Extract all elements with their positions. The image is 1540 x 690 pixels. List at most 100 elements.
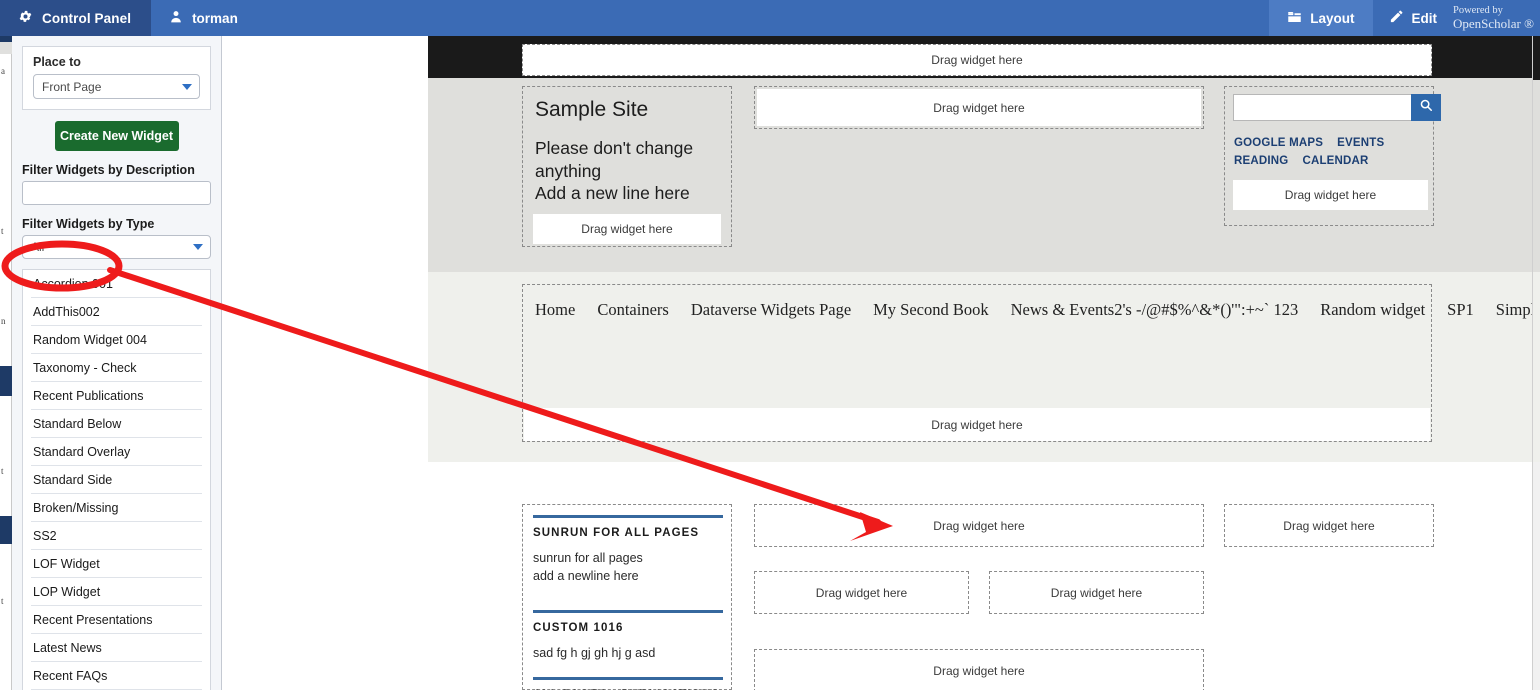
preview-canvas: Drag widget here Sample Site Please don'… bbox=[428, 36, 1540, 690]
dropzone-content-main-left[interactable]: Drag widget here bbox=[754, 571, 969, 614]
widget-block-body-line1: sunrun for all pages bbox=[533, 551, 643, 565]
widget-block-title: SUNRUN FOR ALL PAGES bbox=[533, 515, 723, 539]
search-icon bbox=[1419, 98, 1433, 117]
dropzone-label: Drag widget here bbox=[931, 417, 1023, 432]
quicklinks: GOOGLE MAPS EVENTS READING CALENDAR bbox=[1234, 134, 1429, 171]
dropzone-content-right-top[interactable]: Drag widget here bbox=[1224, 504, 1434, 547]
dropzone-label: Drag widget here bbox=[1050, 585, 1143, 600]
widget-list-item[interactable]: AddThis002 bbox=[31, 298, 202, 326]
dropzone-header[interactable]: Drag widget here bbox=[522, 44, 1432, 76]
preview-left-margin bbox=[223, 36, 428, 690]
content-left-region: SUNRUN FOR ALL PAGES sunrun for all page… bbox=[522, 504, 732, 690]
pencil-icon bbox=[1389, 9, 1404, 27]
dropzone-label: Drag widget here bbox=[1284, 188, 1377, 202]
dropzone-label: Drag widget here bbox=[815, 585, 908, 600]
menu-item[interactable]: Home bbox=[535, 300, 575, 319]
dropzone-content-main-right[interactable]: Drag widget here bbox=[989, 571, 1204, 614]
layout-label: Layout bbox=[1310, 10, 1355, 26]
quicklink-calendar[interactable]: CALENDAR bbox=[1302, 155, 1368, 167]
widget-list-item[interactable]: Recent Presentations bbox=[31, 606, 202, 634]
filter-type-value: All bbox=[31, 240, 45, 254]
layout-icon bbox=[1287, 10, 1302, 27]
user-menu-button[interactable]: torman bbox=[151, 0, 256, 36]
viewport-right-edge bbox=[1532, 36, 1540, 690]
dropzone-label: Drag widget here bbox=[933, 518, 1025, 533]
place-to-select[interactable]: Front Page bbox=[33, 74, 200, 99]
widget-list-item[interactable]: Random Widget 004 bbox=[31, 326, 202, 354]
widget-list-item[interactable]: Standard Below bbox=[31, 410, 202, 438]
quicklink-reading[interactable]: READING bbox=[1234, 155, 1288, 167]
hero-right-region: GOOGLE MAPS EVENTS READING CALENDAR Drag w… bbox=[1224, 86, 1441, 226]
dropzone-label: Drag widget here bbox=[933, 663, 1025, 678]
widget-list-item[interactable]: LOP Widget bbox=[31, 578, 202, 606]
screen-root: Control Panel torman Layout Edit Powered… bbox=[0, 0, 1540, 690]
powered-by-line2: OpenScholar ® bbox=[1453, 15, 1534, 31]
widget-block-body: sad fg h gj gh hj g asd bbox=[533, 644, 723, 662]
dropzone-content-main-bottom[interactable]: Drag widget here bbox=[754, 649, 1204, 690]
person-icon bbox=[169, 9, 183, 27]
chevron-down-icon bbox=[182, 83, 192, 90]
search-button[interactable] bbox=[1411, 94, 1441, 121]
menu-item[interactable]: News & Events2's -/@#$%^&*()'":+~` 123 bbox=[1011, 300, 1299, 319]
widget-list-item[interactable]: Recent FAQs bbox=[31, 662, 202, 690]
widget-list-item[interactable]: Standard Overlay bbox=[31, 438, 202, 466]
dropzone-menu[interactable]: Drag widget here bbox=[524, 408, 1430, 441]
dropzone-content-main-top[interactable]: Drag widget here bbox=[754, 504, 1204, 547]
widget-list-item[interactable]: Accordion 001 bbox=[31, 270, 202, 298]
menu-item[interactable]: SP1 bbox=[1447, 300, 1474, 319]
chevron-down-icon bbox=[193, 244, 203, 250]
place-to-box: Place to Front Page bbox=[22, 46, 211, 110]
hero-body: Please don't change anything Add a new l… bbox=[535, 137, 719, 204]
hero-title: Sample Site bbox=[535, 98, 649, 121]
menu-item[interactable]: Random widget bbox=[1320, 300, 1425, 319]
widget-list-item[interactable]: Recent Publications bbox=[31, 382, 202, 410]
layout-tab-button[interactable]: Layout bbox=[1269, 0, 1373, 36]
menu-item[interactable]: Containers bbox=[597, 300, 669, 319]
menu-item[interactable]: My Second Book bbox=[873, 300, 989, 319]
hero-line-3: Add a new line here bbox=[535, 183, 690, 204]
dropzone-label: Drag widget here bbox=[581, 222, 673, 236]
powered-by-openscholar: Powered by OpenScholar ® bbox=[1451, 0, 1540, 36]
widget-list-item[interactable]: Broken/Missing bbox=[31, 494, 202, 522]
menu-item[interactable]: Dataverse Widgets Page bbox=[691, 300, 851, 319]
widget-block: ALL PAGES - PUBLICATIONS bbox=[533, 677, 723, 690]
hero-region: Sample Site Please don't change anything… bbox=[522, 86, 732, 247]
widget-block-title: ALL PAGES - PUBLICATIONS bbox=[533, 677, 723, 690]
widget-block-title: CUSTOM 1016 bbox=[533, 610, 723, 634]
dropzone-label: Drag widget here bbox=[1283, 518, 1375, 533]
control-panel-label: Control Panel bbox=[42, 10, 132, 26]
filter-type-label: Filter Widgets by Type bbox=[22, 217, 155, 231]
place-to-label: Place to bbox=[33, 55, 81, 69]
widget-block-body: sunrun for all pages add a newline here bbox=[533, 549, 723, 585]
widget-list: Accordion 001 AddThis002 Random Widget 0… bbox=[22, 269, 211, 690]
widget-list-item[interactable]: Latest News bbox=[31, 634, 202, 662]
admin-toolbar: Control Panel torman Layout Edit Powered… bbox=[0, 0, 1540, 36]
widget-block-body-line2: add a newline here bbox=[533, 569, 639, 584]
widget-list-item[interactable]: Taxonomy - Check bbox=[31, 354, 202, 382]
dropzone-label: Drag widget here bbox=[931, 53, 1023, 67]
quicklink-google-maps[interactable]: GOOGLE MAPS bbox=[1234, 137, 1323, 149]
underlying-page-sliver: a t n t t bbox=[0, 36, 12, 690]
widget-list-item[interactable]: SS2 bbox=[31, 522, 202, 550]
dropzone-hero[interactable]: Drag widget here bbox=[533, 214, 721, 244]
user-name-label: torman bbox=[192, 10, 238, 26]
widget-list-item[interactable]: LOF Widget bbox=[31, 550, 202, 578]
edit-tab-button[interactable]: Edit bbox=[1373, 0, 1452, 36]
dropzone-label: Drag widget here bbox=[933, 100, 1025, 115]
widget-control-panel: Place to Front Page Create New Widget Fi… bbox=[12, 36, 222, 690]
search-box bbox=[1233, 94, 1441, 121]
control-panel-button[interactable]: Control Panel bbox=[0, 0, 152, 36]
gear-icon bbox=[18, 9, 33, 27]
dropzone-hero-right[interactable]: Drag widget here bbox=[1233, 180, 1428, 210]
quicklink-events[interactable]: EVENTS bbox=[1337, 137, 1384, 149]
filter-type-select[interactable]: All bbox=[22, 235, 211, 259]
site-preview-area: Drag widget here Sample Site Please don'… bbox=[223, 36, 1540, 690]
search-input[interactable] bbox=[1233, 94, 1411, 121]
filter-description-input[interactable] bbox=[22, 181, 211, 205]
dropzone-hero-center[interactable]: Drag widget here bbox=[757, 89, 1201, 126]
widget-block-body-line1: sad fg h gj gh hj g asd bbox=[533, 646, 656, 660]
create-new-widget-button[interactable]: Create New Widget bbox=[54, 121, 179, 151]
widget-list-item[interactable]: Standard Side bbox=[31, 466, 202, 494]
hero-line-1: Please don't change bbox=[535, 138, 694, 159]
